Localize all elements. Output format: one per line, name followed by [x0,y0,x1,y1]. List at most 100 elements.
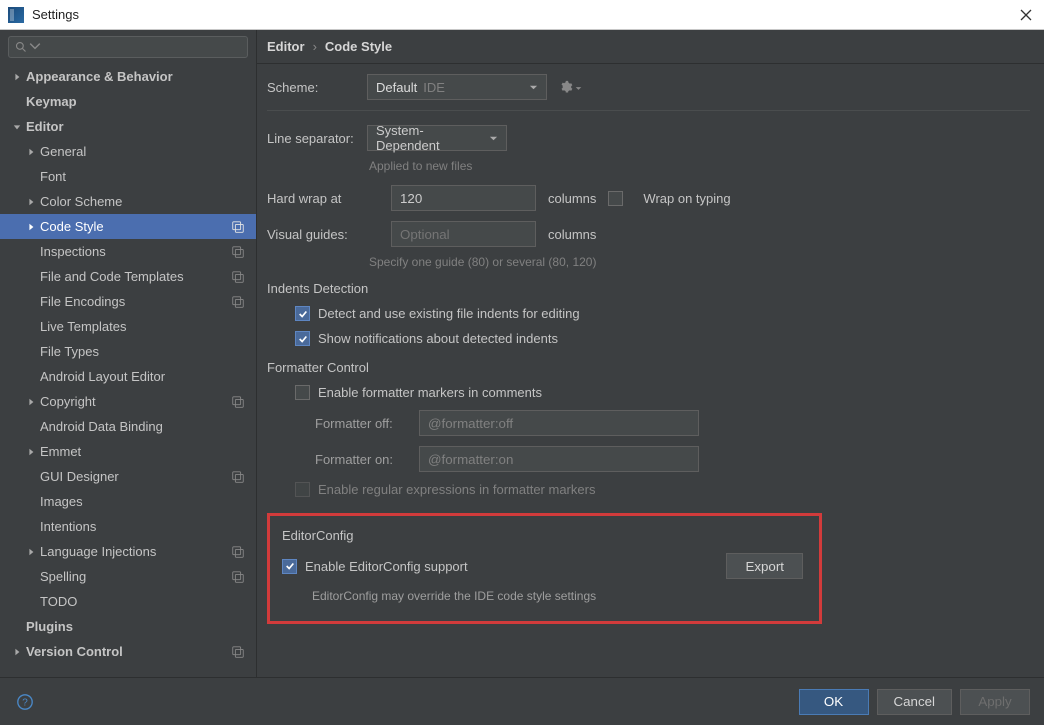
breadcrumb: Editor › Code Style [257,30,1044,64]
chevron-down-icon [489,134,498,143]
sidebar-item-version-control[interactable]: Version Control [0,639,256,664]
sidebar-item-intentions[interactable]: Intentions [0,514,256,539]
sidebar-item-android-data-binding[interactable]: Android Data Binding [0,414,256,439]
tree-chevron-icon[interactable] [8,73,26,81]
sidebar-item-todo[interactable]: TODO [0,589,256,614]
app-logo-icon [8,7,24,23]
sidebar-item-file-types[interactable]: File Types [0,339,256,364]
sidebar-item-plugins[interactable]: Plugins [0,614,256,639]
scheme-gear-button[interactable] [559,80,582,95]
settings-main: Editor › Code Style Scheme: Default IDE [257,30,1044,677]
indents-title: Indents Detection [267,281,1030,296]
tree-chevron-icon[interactable] [22,223,40,231]
enable-editorconfig-checkbox[interactable] [282,559,297,574]
scheme-select[interactable]: Default IDE [367,74,547,100]
help-button[interactable]: ? [14,691,36,713]
close-button[interactable] [1016,5,1036,25]
settings-sidebar: Appearance & Behavior Keymap Editor General… [0,30,257,677]
show-notifications-label: Show notifications about detected indent… [318,331,558,346]
formatter-off-input[interactable] [419,410,699,436]
sidebar-item-file-and-code-templates[interactable]: File and Code Templates [0,264,256,289]
tree-chevron-icon[interactable] [8,648,26,656]
sidebar-item-label: Editor [26,119,226,134]
tree-chevron-icon[interactable] [22,398,40,406]
wrap-on-typing-checkbox[interactable] [608,191,623,206]
tree-chevron-icon[interactable] [22,148,40,156]
formatter-off-label: Formatter off: [295,416,405,431]
sidebar-item-appearance-behavior[interactable]: Appearance & Behavior [0,64,256,89]
ok-button[interactable]: OK [799,689,869,715]
scheme-label: Scheme: [267,80,367,95]
apply-button[interactable]: Apply [960,689,1030,715]
line-separator-hint: Applied to new files [369,159,1030,173]
enable-regex-checkbox[interactable] [295,482,310,497]
sidebar-item-code-style[interactable]: Code Style [0,214,256,239]
cancel-button[interactable]: Cancel [877,689,953,715]
detect-indents-label: Detect and use existing file indents for… [318,306,580,321]
formatter-title: Formatter Control [267,360,1030,375]
tree-chevron-icon[interactable] [22,548,40,556]
sidebar-item-label: Plugins [26,619,226,634]
formatter-on-input[interactable] [419,446,699,472]
sidebar-item-color-scheme[interactable]: Color Scheme [0,189,256,214]
visual-guides-hint: Specify one guide (80) or several (80, 1… [369,255,1030,269]
search-history-arrow-icon [29,40,41,55]
title-bar: Settings [0,0,1044,30]
sidebar-item-font[interactable]: Font [0,164,256,189]
sidebar-item-live-templates[interactable]: Live Templates [0,314,256,339]
sidebar-item-general[interactable]: General [0,139,256,164]
sidebar-item-keymap[interactable]: Keymap [0,89,256,114]
scope-badge-icon [226,545,250,559]
sidebar-item-android-layout-editor[interactable]: Android Layout Editor [0,364,256,389]
sidebar-item-label: File Types [40,344,226,359]
sidebar-item-emmet[interactable]: Emmet [0,439,256,464]
scope-badge-icon [226,395,250,409]
sidebar-item-label: Android Data Binding [40,419,226,434]
scope-badge-icon [226,645,250,659]
sidebar-item-label: Code Style [40,219,226,234]
breadcrumb-child: Code Style [325,39,392,54]
breadcrumb-parent[interactable]: Editor [267,39,305,54]
sidebar-item-label: File Encodings [40,294,226,309]
sidebar-item-copyright[interactable]: Copyright [0,389,256,414]
sidebar-item-language-injections[interactable]: Language Injections [0,539,256,564]
sidebar-item-label: GUI Designer [40,469,226,484]
sidebar-item-gui-designer[interactable]: GUI Designer [0,464,256,489]
chevron-down-icon [529,83,538,92]
hard-wrap-label: Hard wrap at [267,191,357,206]
editorconfig-group: EditorConfig Enable EditorConfig support… [267,513,822,624]
hard-wrap-unit: columns [548,191,596,206]
search-input[interactable] [8,36,248,58]
sidebar-item-spelling[interactable]: Spelling [0,564,256,589]
sidebar-item-label: Emmet [40,444,226,459]
sidebar-item-editor[interactable]: Editor [0,114,256,139]
formatter-on-label: Formatter on: [295,452,405,467]
sidebar-item-images[interactable]: Images [0,489,256,514]
hard-wrap-input[interactable] [391,185,536,211]
sidebar-item-label: Inspections [40,244,226,259]
settings-tree: Appearance & Behavior Keymap Editor General… [0,62,256,677]
detect-indents-checkbox[interactable] [295,306,310,321]
sidebar-item-label: Appearance & Behavior [26,69,226,84]
sidebar-item-file-encodings[interactable]: File Encodings [0,289,256,314]
scope-badge-icon [226,470,250,484]
line-separator-select[interactable]: System-Dependent [367,125,507,151]
enable-markers-checkbox[interactable] [295,385,310,400]
visual-guides-input[interactable] [391,221,536,247]
enable-regex-label: Enable regular expressions in formatter … [318,482,595,497]
export-button[interactable]: Export [726,553,803,579]
sidebar-item-inspections[interactable]: Inspections [0,239,256,264]
show-notifications-checkbox[interactable] [295,331,310,346]
enable-markers-label: Enable formatter markers in comments [318,385,542,400]
scope-badge-icon [226,220,250,234]
sidebar-item-label: Images [40,494,226,509]
tree-chevron-icon[interactable] [22,198,40,206]
scope-badge-icon [226,570,250,584]
help-icon: ? [16,693,34,711]
tree-chevron-icon[interactable] [22,448,40,456]
chevron-right-icon: › [313,39,317,54]
sidebar-item-label: Keymap [26,94,226,109]
scope-badge-icon [226,270,250,284]
editorconfig-hint: EditorConfig may override the IDE code s… [282,589,803,603]
tree-chevron-icon[interactable] [8,123,26,131]
